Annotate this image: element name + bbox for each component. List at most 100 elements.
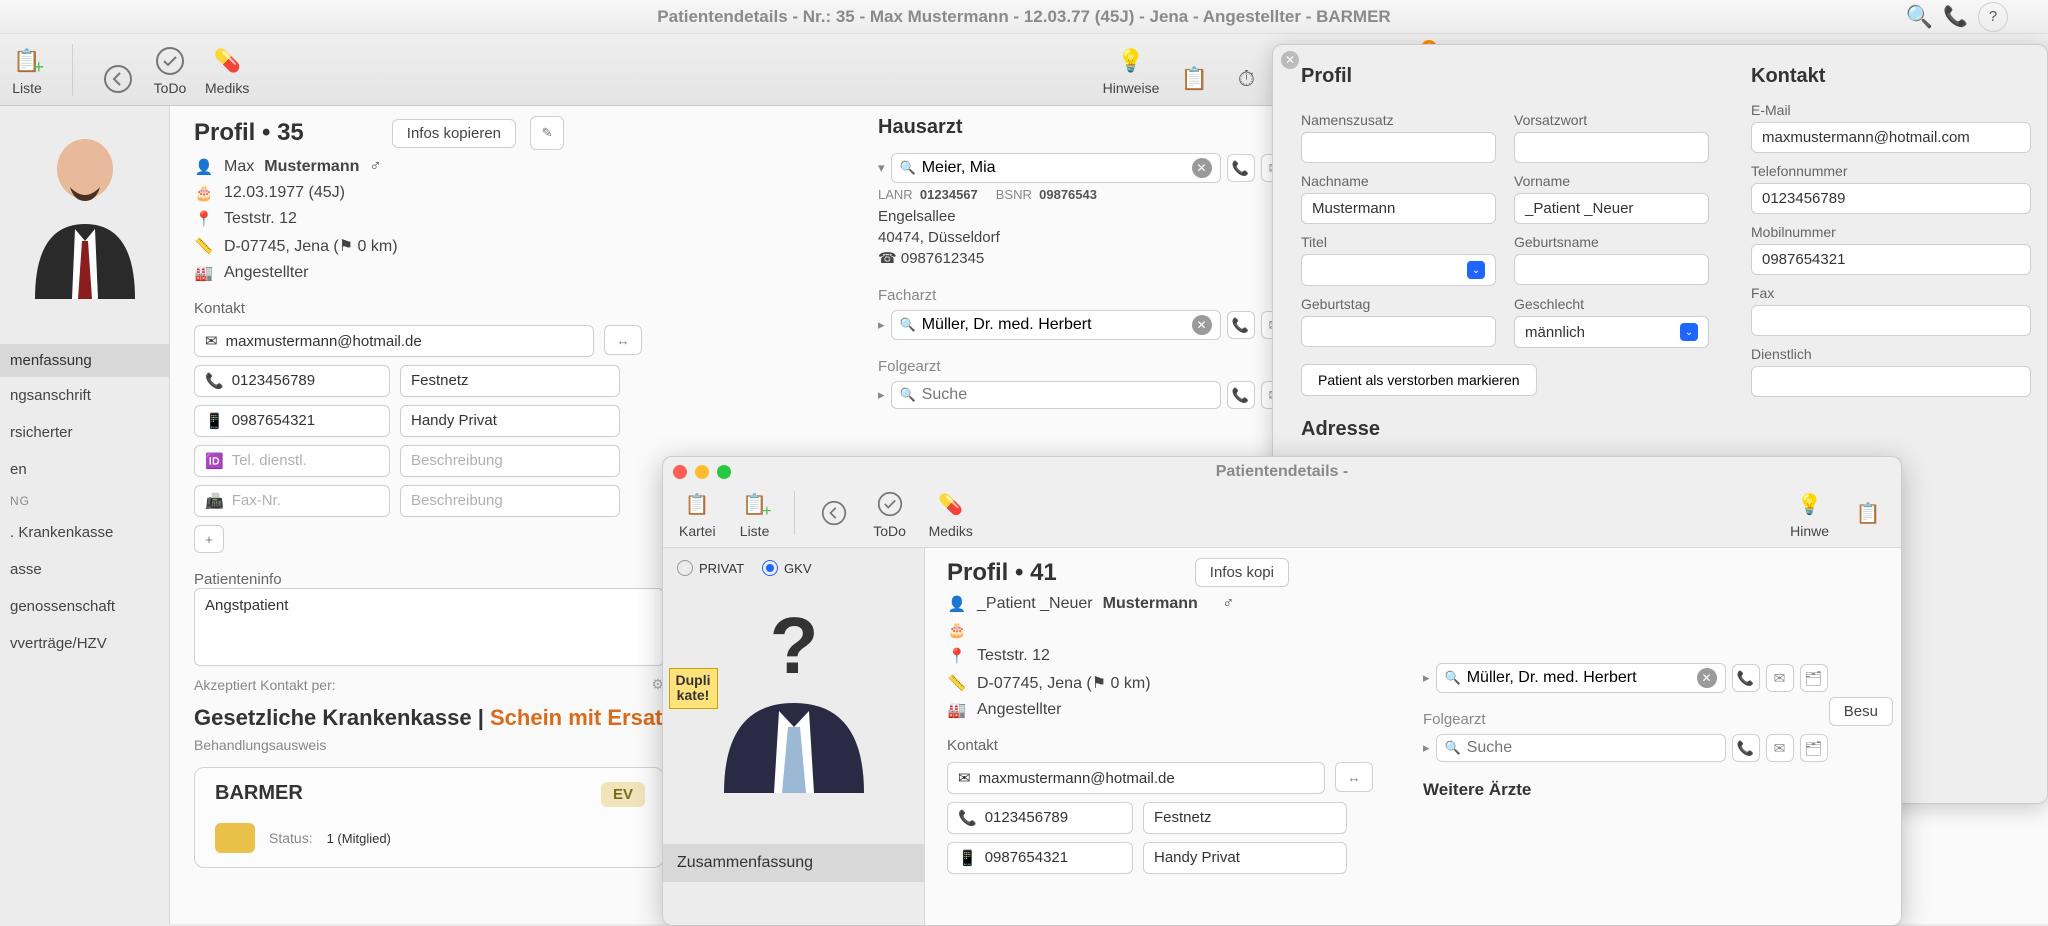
tel-label-field[interactable]: Festnetz xyxy=(1143,802,1347,834)
geburtsname-input[interactable] xyxy=(1514,254,1709,285)
liste-button[interactable]: 📋+ Liste xyxy=(10,44,44,96)
tel-label-field[interactable]: Festnetz xyxy=(400,365,620,397)
clear-icon[interactable]: ✕ xyxy=(1697,668,1717,688)
email-field[interactable]: ✉maxmustermann@hotmail.de xyxy=(947,762,1325,794)
help-icon[interactable]: ? xyxy=(1978,2,2008,32)
hausarzt-search[interactable]: 🔍 ✕ xyxy=(891,153,1221,183)
vorname-input[interactable]: _Patient _Neuer xyxy=(1514,193,1709,224)
link-button[interactable]: ↔ xyxy=(604,325,642,355)
clipboard-button[interactable]: 📋 xyxy=(1851,496,1885,530)
fax-field[interactable]: 📠Fax-Nr. xyxy=(194,485,390,517)
gkv-head: Gesetzliche Krankenkasse | xyxy=(194,705,490,730)
clear-icon[interactable]: ✕ xyxy=(1192,158,1212,178)
folgearzt-search[interactable]: 🔍 xyxy=(891,381,1221,409)
search-input[interactable] xyxy=(1467,669,1697,687)
phone-icon[interactable]: 📞 xyxy=(1943,4,1968,29)
facharzt-search[interactable]: 🔍 ✕ xyxy=(891,310,1221,340)
folgearzt-search[interactable]: 🔍 xyxy=(1436,734,1726,762)
dienst-input[interactable] xyxy=(1751,366,2031,397)
card-action[interactable]: 🗂 xyxy=(1800,734,1828,762)
close-dot[interactable] xyxy=(673,465,687,479)
geburtstag-input[interactable] xyxy=(1301,316,1496,347)
chevron-right-icon[interactable]: ▸ xyxy=(1423,670,1430,686)
sidebar-item-zusammenfassung[interactable]: menfassung xyxy=(0,344,169,377)
todo-button[interactable]: ToDo xyxy=(153,44,187,96)
clock-button[interactable]: ⏱ xyxy=(1229,62,1263,96)
back-button[interactable] xyxy=(101,62,135,96)
hinweise-button[interactable]: 💡 Hinweise xyxy=(1103,44,1160,96)
facharzt-search[interactable]: 🔍 ✕ xyxy=(1436,663,1726,693)
clipboard-button[interactable]: 📋 xyxy=(1177,62,1211,96)
mobil-input[interactable]: 0987654321 xyxy=(1751,244,2031,275)
telefon-input[interactable]: 0123456789 xyxy=(1751,183,2031,214)
back-button[interactable] xyxy=(817,496,851,530)
kartei-button[interactable]: 📋Kartei xyxy=(679,487,716,539)
sidebar-item[interactable]: vverträge/HZV xyxy=(0,625,169,662)
mail-action[interactable]: ✉ xyxy=(1766,734,1794,762)
mobile-label-field[interactable]: Handy Privat xyxy=(1143,842,1347,874)
phone-action[interactable]: 📞 xyxy=(1732,734,1760,762)
sidebar-item[interactable]: asse xyxy=(0,551,169,588)
nachname-input[interactable]: Mustermann xyxy=(1301,193,1496,224)
sidebar-item[interactable]: . Krankenkasse xyxy=(0,514,169,551)
email-field[interactable]: ✉maxmustermann@hotmail.de xyxy=(194,325,594,357)
namenszusatz-input[interactable] xyxy=(1301,132,1496,163)
traffic-lights[interactable] xyxy=(663,457,741,487)
close-icon[interactable]: ✕ xyxy=(1281,51,1299,69)
liste-button[interactable]: 📋+Liste xyxy=(738,487,772,539)
clipboard-icon: 📋 xyxy=(680,487,714,521)
mediks-button[interactable]: 💊Mediks xyxy=(929,487,973,539)
add-contact-button[interactable]: + xyxy=(194,525,224,553)
card-action[interactable]: 🗂 xyxy=(1800,664,1828,692)
min-dot[interactable] xyxy=(695,465,709,479)
mediks-button[interactable]: 💊 Mediks xyxy=(205,44,249,96)
search-icon[interactable]: 🔍 xyxy=(1906,4,1933,30)
phone-action[interactable]: 📞 xyxy=(1732,664,1760,692)
hinweise-button[interactable]: 💡Hinwe xyxy=(1790,487,1829,539)
sidebar-item[interactable]: en xyxy=(0,451,169,488)
vorsatzwort-input[interactable] xyxy=(1514,132,1709,163)
sidebar-item[interactable]: genossenschaft xyxy=(0,588,169,625)
mobile-field[interactable]: 📱0987654321 xyxy=(947,842,1133,874)
sidebar-item-zusammenfassung[interactable]: Zusammenfassung xyxy=(663,844,924,882)
geschlecht-select[interactable]: männlich⌄ xyxy=(1514,316,1709,348)
phone-action[interactable]: 📞 xyxy=(1227,381,1255,409)
search-input[interactable] xyxy=(922,159,1192,177)
todo-button[interactable]: ToDo xyxy=(873,487,907,539)
email-input[interactable]: maxmustermann@hotmail.com xyxy=(1751,122,2031,153)
besu-button[interactable]: Besu xyxy=(1829,697,1893,726)
desc-field[interactable]: Beschreibung xyxy=(400,445,620,477)
patinfo-box[interactable]: Angstpatient xyxy=(194,588,664,666)
tel-field[interactable]: 📞0123456789 xyxy=(947,802,1133,834)
fax-input[interactable] xyxy=(1751,305,2031,336)
copy-info-button[interactable]: Infos kopieren xyxy=(392,119,516,148)
clear-icon[interactable]: ✕ xyxy=(1192,315,1212,335)
verstorben-button[interactable]: Patient als verstorben markieren xyxy=(1301,364,1537,396)
search-input[interactable] xyxy=(922,316,1192,334)
chevron-down-icon: ⌄ xyxy=(1680,323,1698,341)
insurance-card[interactable]: BARMER EV Status: 1 (Mitglied) xyxy=(194,767,664,868)
link-button[interactable]: ↔ xyxy=(1335,762,1373,792)
chevron-right-icon[interactable]: ▸ xyxy=(1423,740,1430,756)
chevron-right-icon[interactable]: ▸ xyxy=(878,387,885,403)
dienst-field[interactable]: 🆔Tel. dienstl. xyxy=(194,445,390,477)
mobile-label-field[interactable]: Handy Privat xyxy=(400,405,620,437)
phone-action[interactable]: 📞 xyxy=(1227,154,1255,182)
titel-select[interactable]: ⌄ xyxy=(1301,254,1496,286)
edit-button[interactable]: ✎ xyxy=(530,116,564,150)
desc2-field[interactable]: Beschreibung xyxy=(400,485,620,517)
max-dot[interactable] xyxy=(717,465,731,479)
mobile-field[interactable]: 📱0987654321 xyxy=(194,405,390,437)
tel-field[interactable]: 📞0123456789 xyxy=(194,365,390,397)
sidebar-item[interactable]: ngsanschrift xyxy=(0,377,169,414)
gkv-radio[interactable]: GKV xyxy=(762,560,811,576)
mail-action[interactable]: ✉ xyxy=(1766,664,1794,692)
phone-action[interactable]: 📞 xyxy=(1227,311,1255,339)
search-input[interactable] xyxy=(1467,739,1717,757)
chevron-right-icon[interactable]: ▸ xyxy=(878,317,885,333)
sidebar-item[interactable]: rsicherter xyxy=(0,414,169,451)
search-input[interactable] xyxy=(922,386,1212,404)
copy-info-button[interactable]: Infos kopi xyxy=(1195,558,1289,587)
chevron-down-icon[interactable]: ▾ xyxy=(878,160,885,176)
privat-radio[interactable]: PRIVAT xyxy=(677,560,744,576)
